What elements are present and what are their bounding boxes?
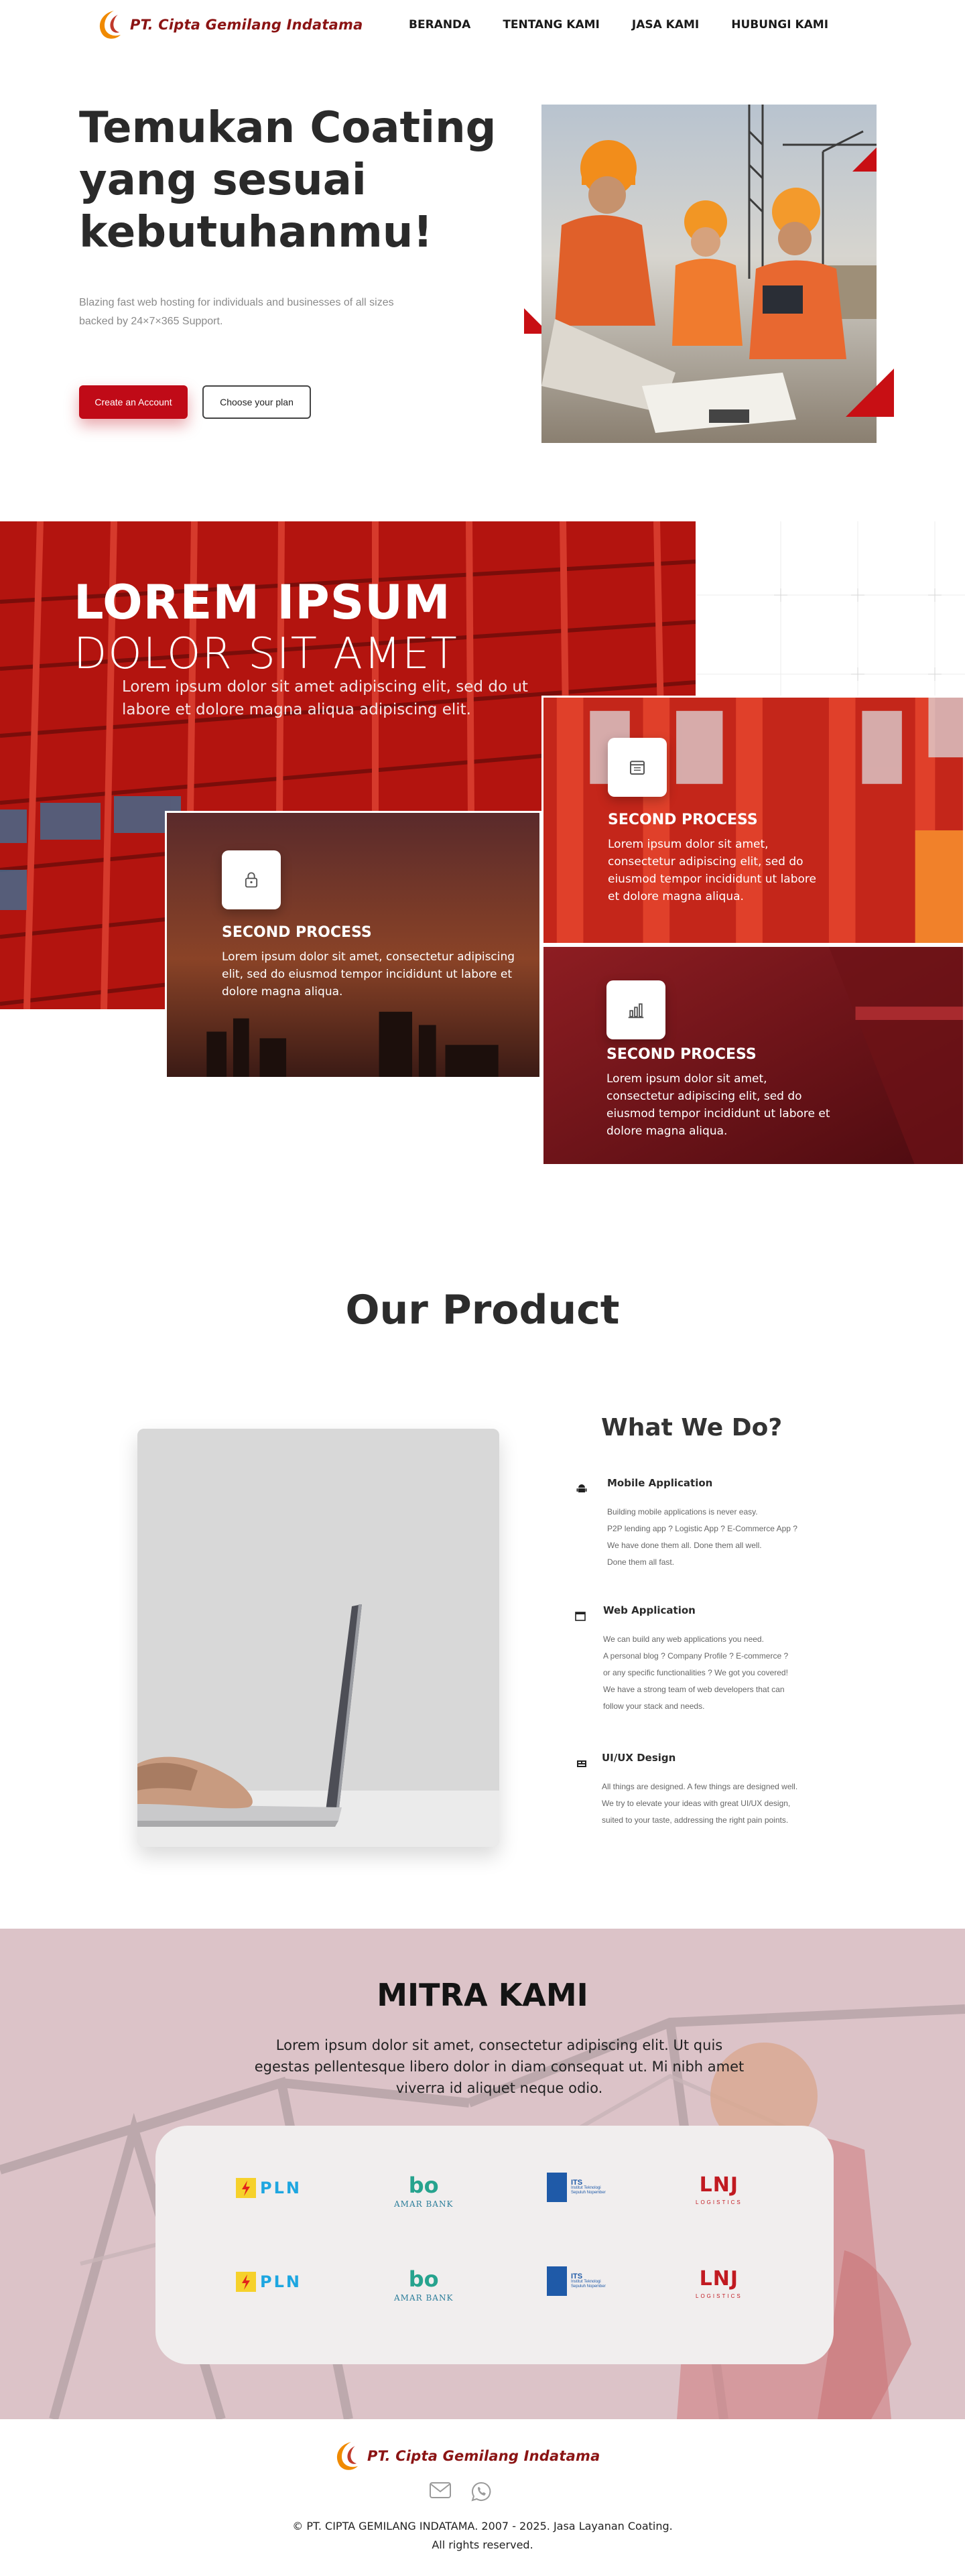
- card-icon-box: [222, 850, 281, 909]
- brand-logo[interactable]: PT. Cipta Gemilang Indatama: [94, 8, 363, 42]
- feature-title-web: Web Application: [603, 1604, 696, 1616]
- top-navbar: PT. Cipta Gemilang Indatama BERANDA TENT…: [0, 0, 965, 54]
- card-icon-box: [606, 980, 665, 1039]
- lock-icon: [245, 872, 258, 888]
- intro-subtitle: DOLOR SIT AMET: [74, 629, 458, 679]
- choose-plan-button[interactable]: Choose your plan: [202, 385, 311, 419]
- mitra-paragraph: Lorem ipsum dolor sit amet, consectetur …: [254, 2037, 745, 2096]
- partner-logo-lnj: LNJ LOGISTICS: [696, 2173, 743, 2206]
- partner-logo-pln: PLN: [236, 2178, 302, 2198]
- card-title: SECOND PROCESS: [606, 1046, 757, 1063]
- partner-name: bo: [408, 2173, 439, 2198]
- partner-logo-its: ITS Institut Teknologi Sepuluh Nopember: [547, 2266, 611, 2296]
- card-title: SECOND PROCESS: [608, 812, 758, 828]
- partner-tagline: LOGISTICS: [696, 2293, 743, 2299]
- whatsapp-icon[interactable]: [470, 2481, 492, 2502]
- laptop-illustration: [137, 1429, 499, 1847]
- footer-logo[interactable]: PT. Cipta Gemilang Indatama: [331, 2439, 600, 2473]
- decorative-grid: [697, 521, 965, 696]
- feature-text: Building mobile applications is never ea…: [607, 1507, 758, 1517]
- feature-text: A personal blog ? Company Profile ? E-co…: [603, 1651, 789, 1661]
- intro-title: LOREM IPSUM: [74, 575, 451, 630]
- partner-name: LNJ: [699, 2267, 739, 2291]
- card-text: Lorem ipsum dolor sit amet, consectetur …: [606, 1072, 830, 1138]
- nav-link-beranda[interactable]: BERANDA: [409, 18, 470, 31]
- partner-name: PLN: [260, 2272, 302, 2291]
- email-icon[interactable]: [429, 2481, 452, 2500]
- pln-bolt-icon: [236, 2272, 256, 2292]
- rights-line: All rights reserved.: [432, 2538, 533, 2551]
- feature-text: We can build any web applications you ne…: [603, 1634, 764, 1644]
- partner-name: ITS: [571, 2179, 583, 2187]
- logo-swoosh-icon: [99, 11, 121, 39]
- workers-illustration: [541, 105, 877, 443]
- feature-title-mobile: Mobile Application: [607, 1477, 713, 1489]
- main-nav: BERANDA TENTANG KAMI JASA KAMI HUBUNGI K…: [409, 18, 860, 31]
- feature-text: suited to your taste, addressing the rig…: [602, 1815, 789, 1825]
- logo-swoosh-icon: [336, 2442, 358, 2470]
- footer-contact-icons: [429, 2481, 492, 2502]
- pln-bolt-icon: [236, 2178, 256, 2198]
- card-text: Lorem ipsum dolor sit amet, consectetur …: [222, 950, 515, 999]
- feature-title-uiux: UI/UX Design: [602, 1752, 676, 1764]
- what-we-do-title: What We Do?: [601, 1414, 783, 1441]
- partner-name: LNJ: [699, 2173, 739, 2197]
- hero-accent-triangle: [852, 147, 877, 172]
- product-section-title: Our Product: [345, 1287, 620, 1334]
- partner-logo-its: ITS Institut Teknologi Sepuluh Nopember: [547, 2173, 611, 2202]
- hero-subtitle: Blazing fast web hosting for individuals…: [79, 297, 394, 327]
- chart-icon: [628, 1003, 644, 1019]
- partner-name: PLN: [260, 2179, 302, 2197]
- partner-tagline: AMAR BANK: [394, 2293, 454, 2303]
- partner-name: ITS: [571, 2272, 583, 2280]
- nav-link-hubungi-kami[interactable]: HUBUNGI KAMI: [731, 18, 828, 31]
- mitra-title: MITRA KAMI: [377, 1977, 588, 2013]
- process-card: SECOND PROCESS Lorem ipsum dolor sit ame…: [165, 811, 541, 1079]
- logo-text: PT. Cipta Gemilang Indatama: [130, 17, 363, 33]
- calendar-icon: [630, 761, 645, 775]
- create-account-button[interactable]: Create an Account: [79, 385, 188, 419]
- partner-tagline: Institut Teknologi Sepuluh Nopember: [571, 2186, 606, 2195]
- copyright-line: © PT. CIPTA GEMILANG INDATAMA. 2007 - 20…: [292, 2520, 673, 2532]
- feature-text: or any specific functionalities ? We got…: [603, 1668, 788, 1677]
- laptop-photo: [137, 1429, 499, 1847]
- nav-link-jasa-kami[interactable]: JASA KAMI: [632, 18, 699, 31]
- feature-text: P2P lending app ? Logistic App ? E-Comme…: [607, 1524, 797, 1533]
- partner-tagline: LOGISTICS: [696, 2199, 743, 2205]
- feature-text: Done them all fast.: [607, 1557, 675, 1567]
- android-icon: [576, 1484, 587, 1492]
- partner-logo-amar-bank: bo AMAR BANK: [394, 2175, 453, 2209]
- nav-link-tentang-kami[interactable]: TENTANG KAMI: [503, 18, 600, 31]
- hero-title: Temukan Coating yang sesuai kebutuhanmu!: [79, 103, 497, 257]
- card-icon-box: [608, 738, 667, 797]
- hero-workers-photo: [541, 105, 877, 443]
- card-text: Lorem ipsum dolor sit amet, consectetur …: [608, 838, 816, 903]
- feature-text: All things are designed. A few things ar…: [602, 1782, 798, 1791]
- footer-logo-text: PT. Cipta Gemilang Indatama: [367, 2448, 600, 2464]
- design-icon: [577, 1760, 586, 1767]
- its-emblem-icon: [547, 2173, 567, 2202]
- partner-logo-pln: PLN: [236, 2272, 302, 2292]
- feature-text: We have done them all. Done them all wel…: [607, 1541, 762, 1550]
- hero-accent-triangle: [846, 369, 894, 417]
- partner-logo-lnj: LNJ LOGISTICS: [696, 2267, 743, 2300]
- browser-icon: [575, 1612, 586, 1621]
- intro-paragraph: Lorem ipsum dolor sit amet adipiscing el…: [122, 678, 528, 718]
- footer-copyright: © PT. CIPTA GEMILANG INDATAMA. 2007 - 20…: [0, 2517, 965, 2555]
- partner-name: bo: [408, 2266, 439, 2292]
- partner-tagline: AMAR BANK: [394, 2199, 454, 2209]
- feature-text: follow your stack and needs.: [603, 1701, 705, 1711]
- feature-text: We try to elevate your ideas with great …: [602, 1799, 791, 1808]
- partner-logo-panel: [155, 2126, 834, 2364]
- process-card: SECOND PROCESS Lorem ipsum dolor sit ame…: [541, 696, 965, 945]
- process-card: SECOND PROCESS Lorem ipsum dolor sit ame…: [541, 945, 965, 1166]
- partner-tagline: Institut Teknologi Sepuluh Nopember: [571, 2280, 606, 2289]
- partner-logo-amar-bank: bo AMAR BANK: [394, 2266, 454, 2303]
- its-emblem-icon: [547, 2266, 567, 2296]
- card-title: SECOND PROCESS: [222, 924, 372, 941]
- feature-text: We have a strong team of web developers …: [603, 1685, 785, 1694]
